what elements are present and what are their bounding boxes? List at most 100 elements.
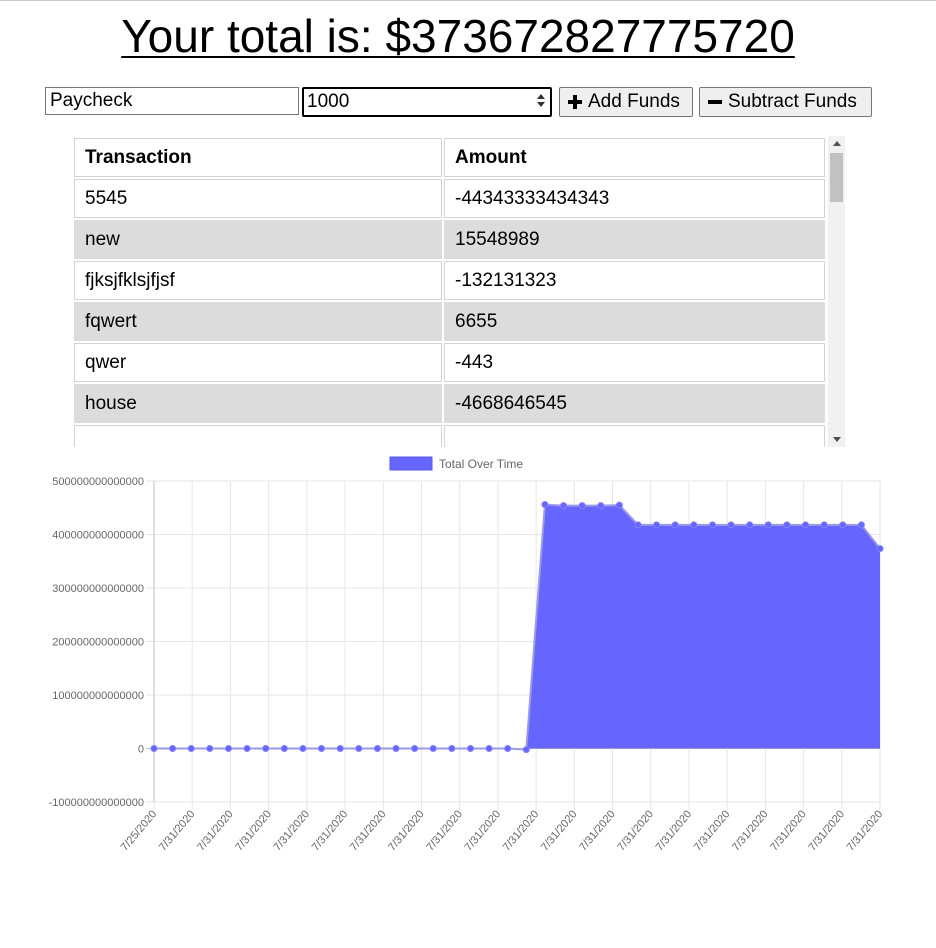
- x-tick-label: 7/31/2020: [768, 808, 809, 853]
- data-point: [299, 745, 307, 752]
- x-tick-label: 7/31/2020: [310, 808, 351, 853]
- x-tick-label: 7/31/2020: [424, 808, 465, 853]
- data-point: [150, 745, 158, 752]
- data-point: [746, 521, 754, 529]
- x-tick-label: 7/31/2020: [845, 808, 886, 853]
- data-point: [336, 745, 344, 752]
- transaction-cell: fqwert: [74, 302, 442, 341]
- x-tick-label: 7/31/2020: [654, 808, 695, 853]
- y-tick-label: 0: [138, 744, 144, 756]
- legend-swatch: [389, 456, 433, 471]
- data-point: [671, 521, 679, 529]
- table-header-row: Transaction Amount: [74, 138, 825, 177]
- data-point: [690, 521, 698, 529]
- plus-icon: [568, 95, 582, 109]
- x-tick-label: 7/31/2020: [233, 808, 274, 853]
- scroll-thumb[interactable]: [830, 153, 843, 202]
- subtract-funds-label: Subtract Funds: [728, 91, 857, 112]
- data-point: [280, 745, 288, 752]
- subtract-funds-button[interactable]: Subtract Funds: [699, 87, 872, 117]
- y-tick-label: 100000000000000: [52, 690, 144, 702]
- data-point: [485, 745, 493, 752]
- data-point: [206, 745, 214, 752]
- transaction-cell: qwer: [74, 343, 442, 382]
- data-point: [225, 745, 232, 752]
- x-tick-label: 7/25/2020: [119, 808, 160, 853]
- y-tick-label: 200000000000000: [52, 637, 144, 649]
- amount-cell: [444, 425, 825, 447]
- table-scrollbar[interactable]: [828, 136, 845, 447]
- amount-cell: -443: [444, 343, 825, 382]
- column-header-amount: Amount: [444, 138, 825, 177]
- y-tick-label: 300000000000000: [52, 583, 144, 595]
- data-point: [597, 502, 605, 510]
- y-tick-label: -100000000000000: [49, 797, 144, 809]
- scroll-down-arrow-icon[interactable]: [833, 437, 841, 442]
- table-row: 5545 -44343333434343: [74, 179, 825, 218]
- amount-field[interactable]: [302, 87, 552, 117]
- x-tick-label: 7/31/2020: [539, 808, 580, 853]
- spin-up-icon[interactable]: [537, 94, 545, 99]
- data-point: [243, 745, 251, 752]
- amount-cell: -4668646545: [444, 384, 825, 423]
- scroll-up-arrow-icon[interactable]: [833, 141, 841, 146]
- column-header-transaction: Transaction: [74, 138, 442, 177]
- table-row: qwer -443: [74, 343, 825, 382]
- amount-input[interactable]: [307, 89, 507, 115]
- spin-down-icon[interactable]: [537, 102, 545, 107]
- amount-cell: -132131323: [444, 261, 825, 300]
- data-point: [429, 745, 437, 752]
- data-point: [876, 545, 884, 553]
- data-point: [727, 521, 735, 529]
- data-point: [467, 745, 474, 752]
- data-point: [634, 521, 642, 529]
- x-tick-label: 7/31/2020: [271, 808, 312, 853]
- transactions-table: Transaction Amount 5545 -44343333434343 …: [72, 136, 827, 447]
- data-point: [764, 521, 772, 529]
- data-point: [709, 521, 716, 529]
- data-point: [504, 745, 512, 752]
- data-point: [820, 521, 828, 529]
- x-tick-label: 7/31/2020: [730, 808, 771, 853]
- transactions-table-container[interactable]: Transaction Amount 5545 -44343333434343 …: [72, 136, 845, 447]
- x-tick-label: 7/31/2020: [806, 808, 847, 853]
- data-point: [578, 502, 586, 510]
- x-tick-label: 7/31/2020: [501, 808, 542, 853]
- data-point: [318, 745, 325, 752]
- data-point: [355, 745, 363, 752]
- table-row: fqwert 6655: [74, 302, 825, 341]
- y-tick-label: 500000000000000: [52, 476, 144, 488]
- data-point: [541, 501, 549, 508]
- data-point: [448, 745, 456, 752]
- table-row: fjksjfklsjfjsf -132131323: [74, 261, 825, 300]
- data-point: [560, 502, 567, 510]
- legend-label: Total Over Time: [439, 457, 523, 471]
- transaction-name-input[interactable]: [45, 87, 299, 115]
- data-point: [187, 745, 195, 752]
- add-funds-label: Add Funds: [588, 91, 680, 112]
- data-point: [262, 745, 270, 752]
- transaction-cell: fjksjfklsjfjsf: [74, 261, 442, 300]
- transaction-cell: 5545: [74, 179, 442, 218]
- minus-icon: [708, 95, 722, 109]
- transaction-cell: new: [74, 220, 442, 259]
- x-tick-label: 7/31/2020: [157, 808, 198, 853]
- x-tick-label: 7/31/2020: [577, 808, 618, 853]
- data-point: [522, 746, 530, 754]
- top-border: [0, 0, 936, 1]
- table-row: new 15548989: [74, 220, 825, 259]
- x-tick-label: 7/31/2020: [615, 808, 656, 853]
- add-funds-button[interactable]: Add Funds: [559, 87, 693, 117]
- number-spinner[interactable]: [536, 93, 546, 111]
- table-row: [74, 425, 825, 447]
- y-tick-label: 400000000000000: [52, 530, 144, 542]
- data-point: [392, 745, 400, 752]
- data-point: [411, 745, 419, 752]
- amount-cell: 6655: [444, 302, 825, 341]
- data-point: [783, 521, 791, 529]
- total-heading: Your total is: $373672827775720: [121, 10, 795, 62]
- data-point: [857, 521, 865, 529]
- x-tick-label: 7/31/2020: [195, 808, 236, 853]
- data-point: [839, 521, 847, 529]
- total-over-time-chart: 500000000000000 400000000000000 3000000000…: [49, 456, 886, 853]
